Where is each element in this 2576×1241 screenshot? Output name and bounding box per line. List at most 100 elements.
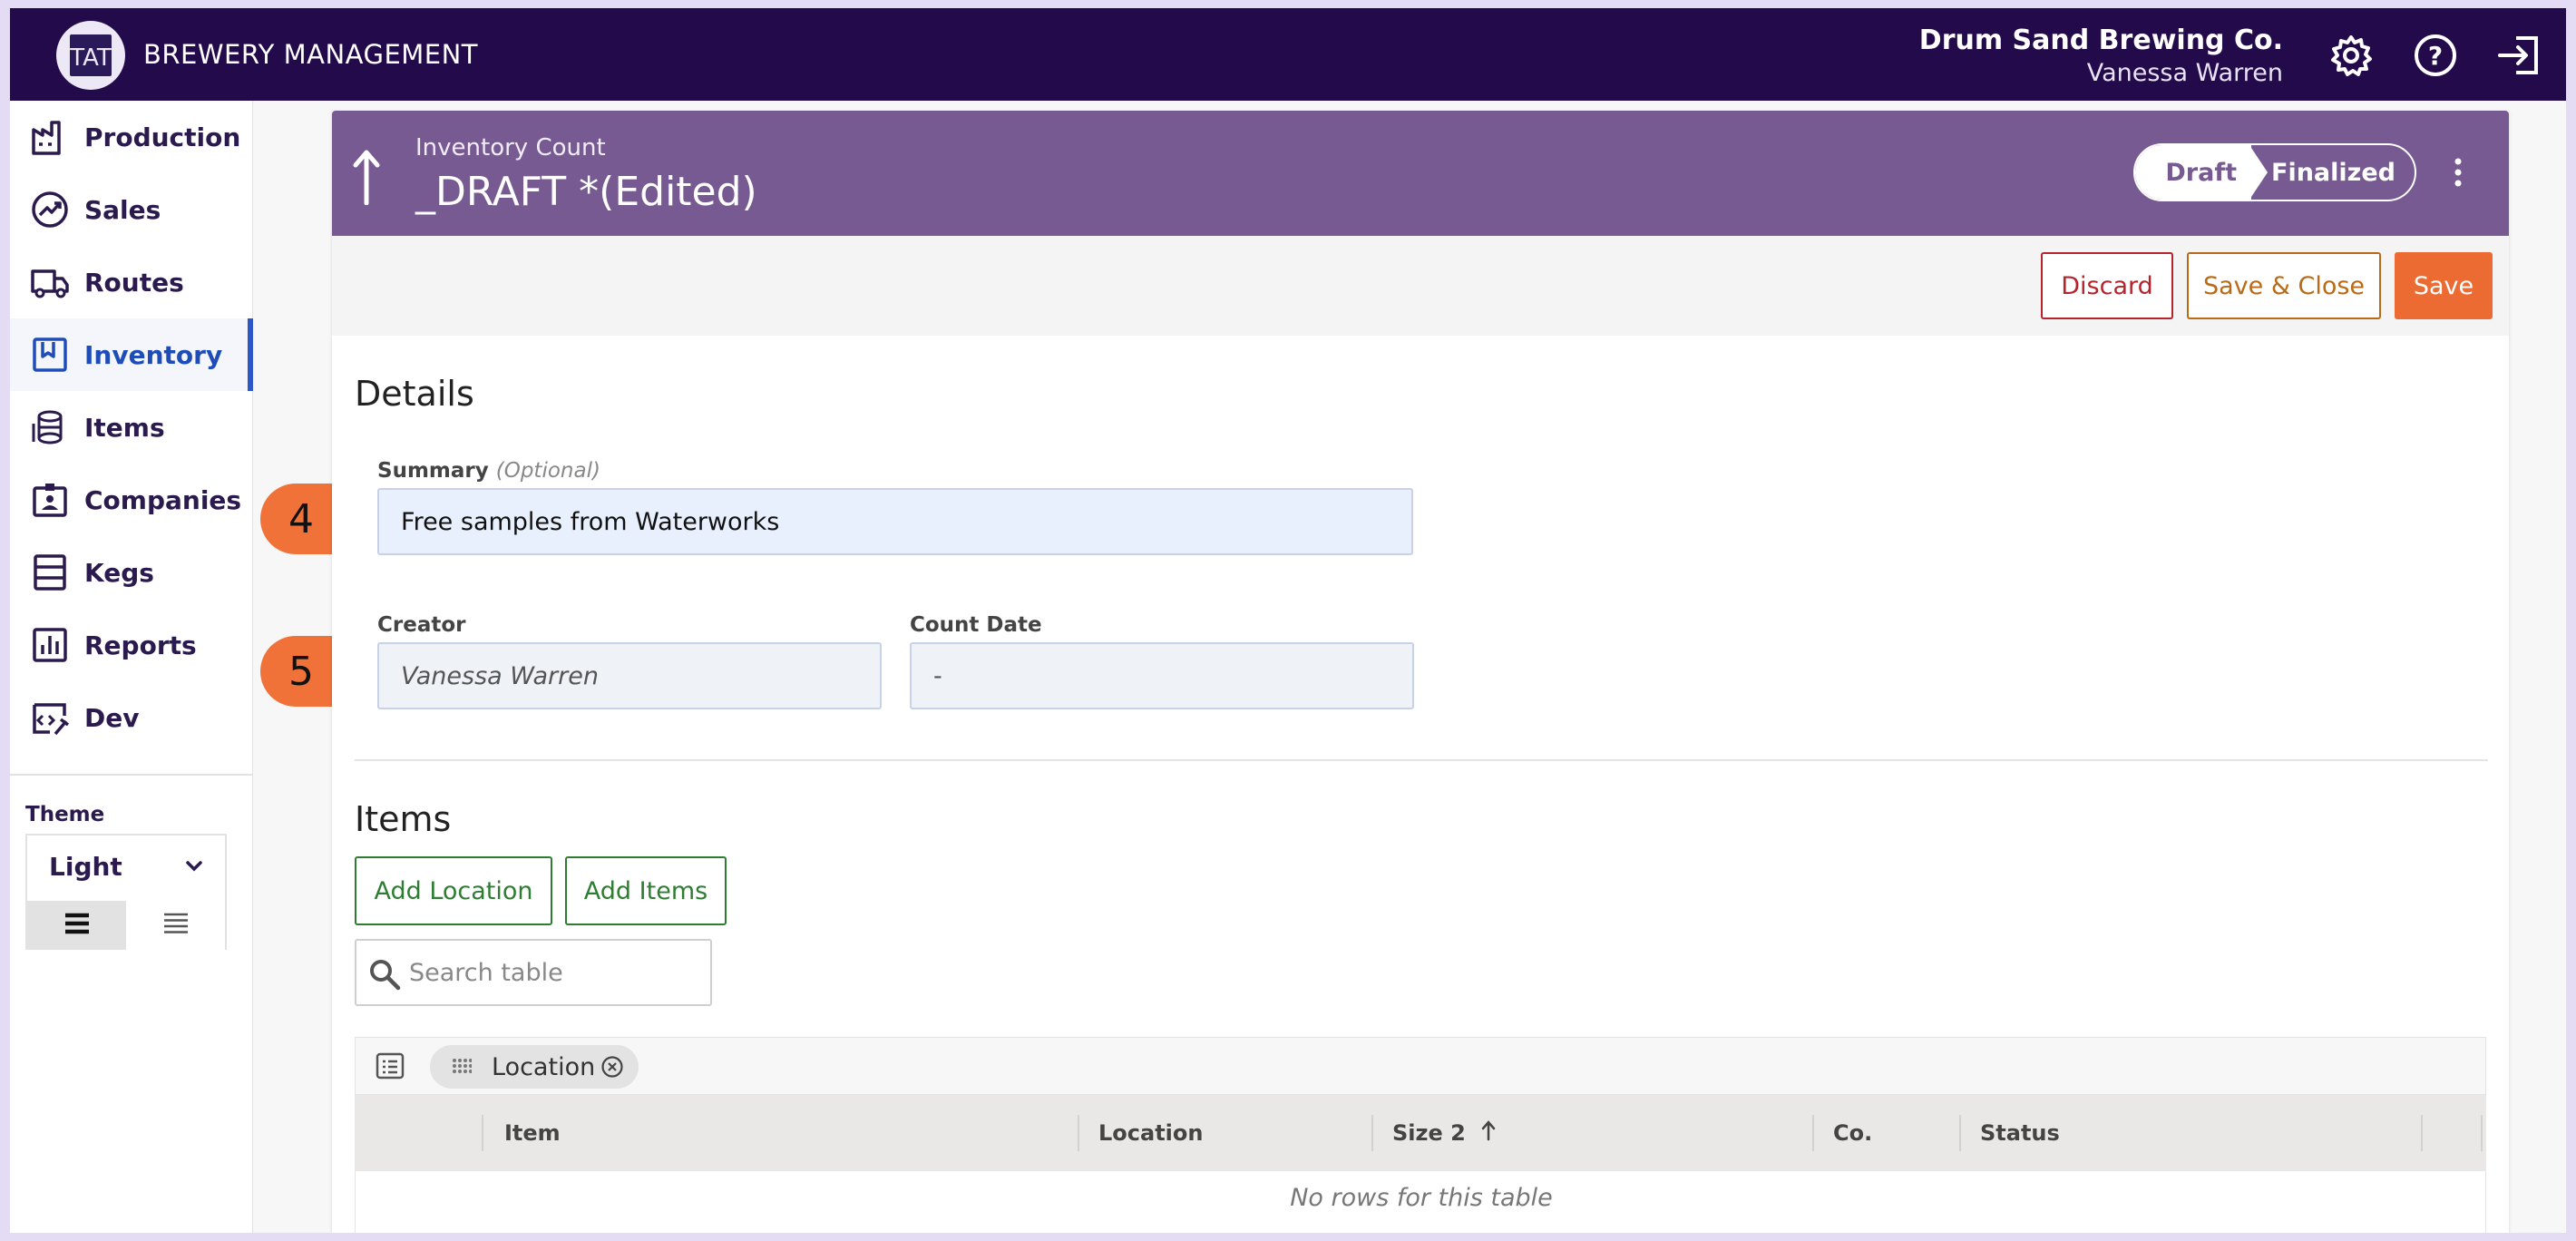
- save-close-button[interactable]: Save & Close: [2187, 252, 2381, 319]
- sidebar-item-routes[interactable]: Routes: [10, 246, 253, 318]
- sidebar-item-label: Kegs: [84, 557, 154, 588]
- sidebar-item-label: Dev: [84, 702, 140, 733]
- column-separator: [1371, 1115, 1373, 1151]
- column-location[interactable]: Location: [1098, 1095, 1203, 1171]
- sidebar-divider: [10, 774, 253, 776]
- sidebar-item-label: Items: [84, 412, 165, 443]
- svg-text:TAT: TAT: [69, 44, 112, 72]
- column-separator: [1959, 1115, 1961, 1151]
- sidebar-item-kegs[interactable]: Kegs: [10, 536, 253, 609]
- group-panel-icon[interactable]: [376, 1052, 405, 1083]
- sidebar-item-label: Sales: [84, 194, 161, 225]
- action-bar: Discard Save & Close Save: [332, 236, 2509, 336]
- column-separator: [1078, 1115, 1079, 1151]
- creator-field: Vanessa Warren: [377, 642, 882, 709]
- table-search: [355, 939, 712, 1006]
- theme-value: Light: [49, 851, 122, 882]
- status-toggle[interactable]: Draft Finalized: [2133, 143, 2416, 201]
- theme-select[interactable]: Light: [27, 835, 225, 897]
- app-frame: TAT BREWERY MANAGEMENT Drum Sand Brewing…: [10, 8, 2566, 1233]
- annotation-number: 4: [288, 495, 314, 542]
- back-arrow-icon[interactable]: [352, 145, 403, 206]
- sidebar-item-companies[interactable]: Companies: [10, 464, 253, 536]
- barrels-icon: [28, 406, 72, 449]
- column-item[interactable]: Item: [504, 1095, 561, 1171]
- theme-label: Theme: [25, 803, 105, 826]
- summary-input[interactable]: Free samples from Waterworks: [377, 488, 1413, 555]
- save-button[interactable]: Save: [2395, 252, 2493, 319]
- group-chip-location[interactable]: Location: [430, 1045, 639, 1089]
- chevron-down-icon: [183, 855, 205, 881]
- discard-button[interactable]: Discard: [2041, 252, 2173, 319]
- record-card: Inventory Count _DRAFT *(Edited) Draft F…: [332, 111, 2509, 1233]
- details-heading: Details: [355, 374, 474, 414]
- sidebar-item-inventory[interactable]: Inventory: [10, 318, 253, 391]
- sidebar: Production Sales Routes Inventory Items: [10, 101, 253, 1233]
- top-bar: TAT BREWERY MANAGEMENT Drum Sand Brewing…: [10, 8, 2566, 101]
- add-items-button[interactable]: Add Items: [565, 856, 727, 925]
- app-title: BREWERY MANAGEMENT: [143, 39, 479, 70]
- annotation-number: 5: [288, 648, 314, 695]
- company-name: Drum Sand Brewing Co.: [1918, 24, 2283, 56]
- badge-icon: [28, 478, 72, 522]
- table-body: No rows for this table: [355, 1171, 2486, 1233]
- column-co[interactable]: Co.: [1833, 1095, 1872, 1171]
- sidebar-item-reports[interactable]: Reports: [10, 609, 253, 681]
- add-location-button[interactable]: Add Location: [355, 856, 552, 925]
- sidebar-item-sales[interactable]: Sales: [10, 173, 253, 246]
- gear-icon[interactable]: [2326, 30, 2376, 81]
- column-status[interactable]: Status: [1980, 1095, 2060, 1171]
- optional-tag: (Optional): [495, 459, 600, 483]
- drag-handle-icon[interactable]: [452, 1056, 473, 1080]
- grid-toolbar: Location: [355, 1037, 2486, 1095]
- sidebar-item-label: Companies: [84, 484, 242, 515]
- sidebar-item-label: Production: [84, 122, 241, 152]
- theme-panel: Light: [25, 834, 227, 950]
- column-separator: [2481, 1115, 2483, 1151]
- inventory-icon: [28, 333, 72, 376]
- density-compact-button[interactable]: [126, 901, 225, 950]
- sidebar-item-label: Inventory: [84, 339, 223, 370]
- keg-icon: [28, 551, 72, 594]
- sidebar-item-label: Routes: [84, 267, 184, 298]
- sidebar-item-items[interactable]: Items: [10, 391, 253, 464]
- trend-icon: [28, 188, 72, 231]
- sort-ascending-icon[interactable]: [1480, 1119, 1497, 1147]
- density-comfortable-button[interactable]: [27, 901, 126, 950]
- status-draft[interactable]: Draft: [2135, 145, 2251, 200]
- summary-label-text: Summary: [377, 459, 489, 483]
- sidebar-item-label: Reports: [84, 630, 197, 660]
- column-separator: [1812, 1115, 1814, 1151]
- column-size-2[interactable]: Size 2: [1392, 1095, 1497, 1171]
- more-options-icon[interactable]: [2449, 154, 2467, 191]
- remove-circle-icon[interactable]: [600, 1055, 624, 1082]
- factory-icon: [28, 115, 72, 159]
- summary-label: Summary (Optional): [377, 459, 600, 483]
- status-arrow: [2249, 145, 2268, 200]
- thick-lines-icon: [63, 912, 91, 939]
- creator-label: Creator: [377, 613, 466, 637]
- help-icon[interactable]: ?: [2410, 30, 2461, 81]
- search-input[interactable]: [409, 953, 699, 992]
- brewery-logo[interactable]: TAT: [56, 21, 125, 90]
- record-title: _DRAFT *(Edited): [415, 169, 757, 215]
- status-finalized[interactable]: Finalized: [2271, 145, 2395, 200]
- count-date-field[interactable]: -: [910, 642, 1414, 709]
- items-heading: Items: [355, 799, 452, 839]
- sidebar-item-dev[interactable]: Dev: [10, 681, 253, 754]
- table-header: Item Location Size 2 Co. Status: [355, 1095, 2486, 1171]
- column-separator: [482, 1115, 483, 1151]
- group-chip-label: Location: [492, 1052, 596, 1081]
- search-icon: [367, 957, 402, 995]
- svg-text:?: ?: [2428, 41, 2443, 71]
- code-icon: [28, 696, 72, 739]
- count-date-label: Count Date: [910, 613, 1042, 637]
- empty-table-message: No rows for this table: [1290, 1184, 1553, 1212]
- column-separator: [2421, 1115, 2423, 1151]
- truck-icon: [28, 260, 72, 304]
- record-header: Inventory Count _DRAFT *(Edited) Draft F…: [332, 111, 2509, 236]
- user-name: Vanessa Warren: [2086, 59, 2283, 87]
- logout-icon[interactable]: [2493, 30, 2544, 81]
- record-type: Inventory Count: [415, 134, 606, 161]
- sidebar-item-production[interactable]: Production: [10, 101, 253, 173]
